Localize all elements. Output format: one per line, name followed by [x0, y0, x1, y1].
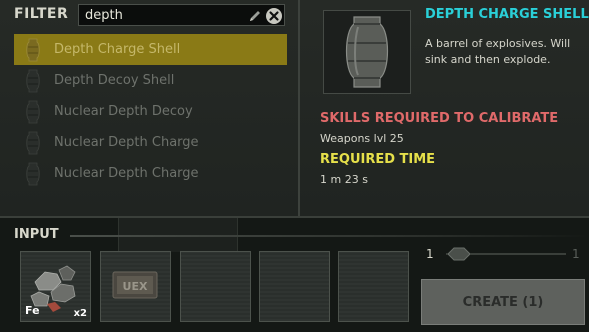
element-badge: Fe	[25, 304, 40, 317]
pencil-icon[interactable]	[247, 8, 263, 24]
recipe-item-label: Depth Charge Shell	[54, 42, 181, 57]
recipe-item-label: Depth Decoy Shell	[54, 73, 175, 88]
filter-box	[78, 4, 285, 26]
selected-item-description: A barrel of explosives. Will sink and th…	[425, 37, 571, 66]
input-divider	[70, 235, 589, 237]
shell-barrel-icon	[22, 161, 44, 187]
shell-barrel-icon	[22, 130, 44, 156]
shell-barrel-icon	[22, 37, 44, 63]
input-slot-2[interactable]: UEX	[100, 251, 171, 322]
quantity-min: 1	[426, 247, 434, 261]
required-time-value: 1 m 23 s	[320, 173, 368, 186]
selected-item-title: DEPTH CHARGE SHELL	[425, 7, 589, 22]
depth-charge-barrel-icon	[324, 11, 410, 93]
fabricator-panel: FILTER Depth Charge Shell	[0, 0, 589, 218]
quantity-slider-handle[interactable]	[448, 246, 470, 262]
selected-item-image	[323, 10, 411, 94]
skills-heading: SKILLS REQUIRED TO CALIBRATE	[320, 111, 559, 126]
input-slot-4[interactable]	[259, 251, 330, 322]
recipe-list-panel: FILTER Depth Charge Shell	[0, 0, 300, 216]
filter-input[interactable]	[85, 7, 235, 23]
shell-barrel-icon	[22, 99, 44, 125]
recipe-item-label: Nuclear Depth Decoy	[54, 104, 193, 119]
input-slot-5[interactable]	[338, 251, 409, 322]
input-label: INPUT	[14, 227, 59, 242]
create-button[interactable]: CREATE (1)	[421, 279, 585, 325]
skills-requirement: Weapons lvl 25	[320, 132, 404, 145]
slot-count: x2	[73, 308, 87, 319]
recipe-item-nuclear-depth-charge-2[interactable]: Nuclear Depth Charge	[14, 158, 287, 189]
recipe-item-label: Nuclear Depth Charge	[54, 135, 199, 150]
input-slot-3[interactable]	[180, 251, 251, 322]
recipe-item-label: Nuclear Depth Charge	[54, 166, 199, 181]
time-heading: REQUIRED TIME	[320, 152, 436, 167]
input-slot-1[interactable]: Fe x2	[20, 251, 91, 322]
clear-icon[interactable]	[265, 7, 283, 25]
recipe-item-nuclear-depth-decoy[interactable]: Nuclear Depth Decoy	[14, 96, 287, 127]
quantity-max: 1	[572, 247, 580, 261]
uex-explosive-icon: UEX	[112, 271, 158, 299]
explosive-label: UEX	[123, 280, 148, 293]
recipe-item-depth-charge-shell[interactable]: Depth Charge Shell	[14, 34, 287, 65]
recipe-item-depth-decoy-shell[interactable]: Depth Decoy Shell	[14, 65, 287, 96]
recipe-item-nuclear-depth-charge[interactable]: Nuclear Depth Charge	[14, 127, 287, 158]
shell-barrel-icon	[22, 68, 44, 94]
filter-label: FILTER	[14, 6, 69, 22]
recipe-list: Depth Charge Shell Depth Decoy Shell Nuc…	[14, 34, 287, 189]
